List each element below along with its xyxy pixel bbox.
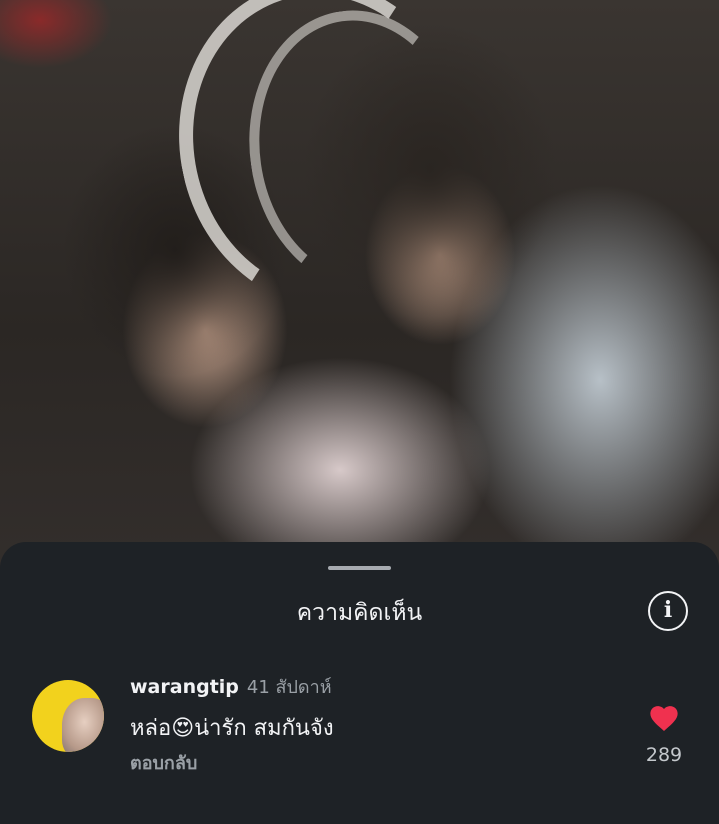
like-count: 289 [645, 744, 683, 766]
comment-username[interactable]: warangtip [130, 676, 239, 698]
heart-filled-icon [650, 706, 678, 732]
info-icon[interactable]: i [648, 591, 688, 631]
sheet-title: ความคิดเห็น [296, 600, 423, 626]
comments-sheet: ความคิดเห็น i warangtip 41 สัปดาห์ หล่อ😍น… [0, 542, 719, 824]
comment-time: 41 สัปดาห์ [246, 677, 332, 698]
like-button[interactable]: 289 [636, 702, 692, 766]
avatar-photo [62, 698, 104, 752]
avatar[interactable] [32, 680, 104, 752]
drag-handle[interactable] [328, 566, 391, 570]
info-glyph: i [663, 597, 673, 623]
reply-button[interactable]: ตอบกลับ [130, 750, 610, 778]
comment-text: หล่อ😍น่ารัก สมกันจัง [130, 716, 334, 741]
comment-meta: warangtip 41 สัปดาห์ [130, 672, 610, 702]
comment-item: warangtip 41 สัปดาห์ หล่อ😍น่ารัก สมกันจัง… [130, 672, 610, 778]
